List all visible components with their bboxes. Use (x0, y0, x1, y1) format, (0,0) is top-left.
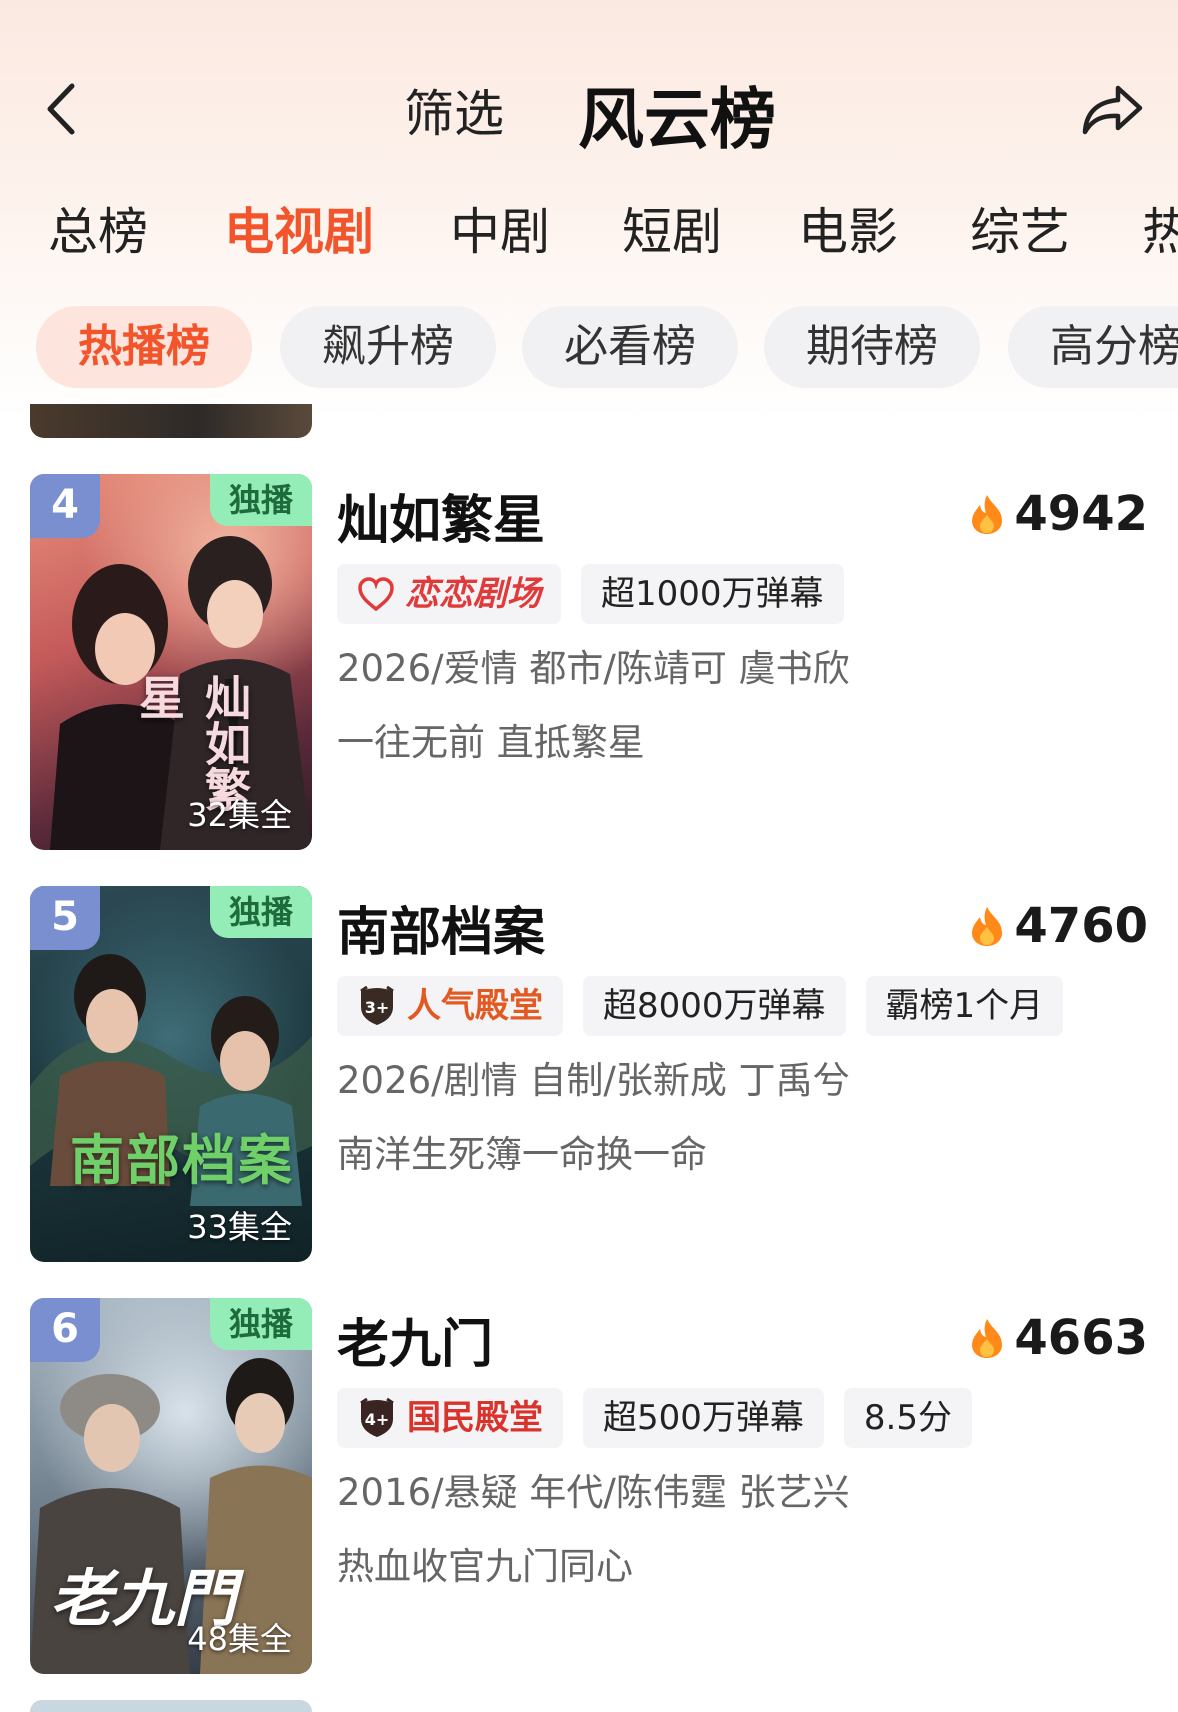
tab-rising[interactable]: 飙升榜 (280, 306, 496, 388)
heat-score: 4760 (970, 896, 1148, 956)
tab-tv-series[interactable]: 电视剧 (224, 192, 374, 264)
meta-info: 2016/悬疑 年代/陈伟霆 张艺兴 (337, 1471, 850, 1514)
list-item[interactable]: 南部档案 5 独播 33集全 南部档案 4760 3+ 人气殿堂 超8000万弹… (0, 886, 1178, 1264)
meta-info: 2026/爱情 都市/陈靖可 虞书欣 (337, 647, 850, 690)
poster-title: 南部档案 (70, 1128, 294, 1192)
tab-movie[interactable]: 电影 (798, 192, 898, 264)
category-tabs: 总榜 电视剧 中剧 短剧 电影 综艺 热 (0, 192, 1178, 272)
list-item[interactable]: 老九門 6 独播 48集全 老九门 4663 4+ 国民殿堂 超500万弹幕 8… (0, 1298, 1178, 1676)
slogan: 南洋生死簿一命换一命 (337, 1133, 707, 1176)
shield-badge-icon: 3+ (360, 985, 394, 1025)
tag-label: 人气殿堂 (407, 986, 543, 1026)
rank-tabs: 热播榜 飙升榜 必看榜 期待榜 高分榜 (0, 306, 1178, 392)
rank-badge: 4 (30, 474, 100, 538)
previous-item-poster-edge (30, 404, 312, 438)
poster[interactable]: 灿如繁星 4 独播 32集全 (30, 474, 312, 850)
top-nav-bar: 筛选 风云榜 (0, 60, 1178, 158)
exclusive-badge: 独播 (210, 1298, 312, 1350)
tag-chart-duration: 霸榜1个月 (865, 976, 1064, 1036)
shield-badge-icon: 4+ (360, 1397, 394, 1437)
tab-must-watch[interactable]: 必看榜 (522, 306, 738, 388)
filter-tab[interactable]: 筛选 (404, 74, 504, 146)
tag-list: 4+ 国民殿堂 超500万弹幕 8.5分 (337, 1388, 972, 1448)
exclusive-badge: 独播 (210, 886, 312, 938)
rank-badge: 5 (30, 886, 100, 950)
heat-value: 4942 (1014, 486, 1148, 542)
episode-count: 33集全 (187, 1208, 292, 1246)
heat-value: 4663 (1014, 1310, 1148, 1366)
episode-count: 48集全 (187, 1620, 292, 1658)
tag-label: 国民殿堂 (407, 1398, 543, 1438)
slogan: 热血收官九门同心 (337, 1545, 633, 1588)
tag-list: 3+ 人气殿堂 超8000万弹幕 霸榜1个月 (337, 976, 1064, 1036)
tag-list: 恋恋剧场 超1000万弹幕 (337, 564, 844, 624)
heat-value: 4760 (1014, 898, 1148, 954)
slogan: 一往无前 直抵繁星 (337, 721, 645, 764)
tab-mini-series[interactable]: 中剧 (450, 192, 550, 264)
fire-icon (972, 1319, 1003, 1358)
rank-badge: 6 (30, 1298, 100, 1362)
tag-theater: 恋恋剧场 (337, 564, 561, 624)
fire-icon (972, 495, 1003, 534)
next-item-poster-edge (30, 1700, 312, 1712)
tag-hall-of-fame: 4+ 国民殿堂 (337, 1388, 563, 1448)
heart-icon (358, 577, 394, 612)
hall-level: 4+ (365, 1410, 390, 1429)
page-title: 风云榜 (578, 81, 776, 158)
drama-title[interactable]: 灿如繁星 (337, 478, 545, 553)
drama-title[interactable]: 老九门 (337, 1302, 493, 1377)
heat-score: 4663 (970, 1308, 1148, 1368)
poster[interactable]: 南部档案 5 独播 33集全 (30, 886, 312, 1262)
tab-overall[interactable]: 总榜 (48, 192, 148, 264)
tag-danmaku: 超500万弹幕 (583, 1388, 824, 1448)
tab-short-drama[interactable]: 短剧 (622, 192, 722, 264)
back-arrow-icon[interactable] (40, 80, 84, 138)
poster[interactable]: 老九門 6 独播 48集全 (30, 1298, 312, 1674)
heat-score: 4942 (970, 484, 1148, 544)
tab-anticipated[interactable]: 期待榜 (764, 306, 980, 388)
hall-level: 3+ (365, 998, 390, 1017)
tab-hot-play[interactable]: 热播榜 (36, 306, 252, 388)
tag-score: 8.5分 (843, 1388, 972, 1448)
tab-hot[interactable]: 热 (1142, 192, 1178, 264)
fire-icon (972, 907, 1003, 946)
tag-label: 恋恋剧场 (405, 574, 541, 614)
tag-danmaku: 超8000万弹幕 (583, 976, 846, 1036)
tab-high-score[interactable]: 高分榜 (1008, 306, 1178, 388)
tag-danmaku: 超1000万弹幕 (581, 564, 844, 624)
meta-info: 2026/剧情 自制/张新成 丁禹兮 (337, 1059, 850, 1102)
tab-variety[interactable]: 综艺 (970, 192, 1070, 264)
share-icon[interactable] (1080, 82, 1146, 138)
tag-hall-of-fame: 3+ 人气殿堂 (337, 976, 563, 1036)
drama-title[interactable]: 南部档案 (337, 890, 545, 965)
list-item[interactable]: 灿如繁星 4 独播 32集全 灿如繁星 4942 恋恋剧场 超1000万弹幕 2… (0, 474, 1178, 852)
episode-count: 32集全 (187, 796, 292, 834)
exclusive-badge: 独播 (210, 474, 312, 526)
